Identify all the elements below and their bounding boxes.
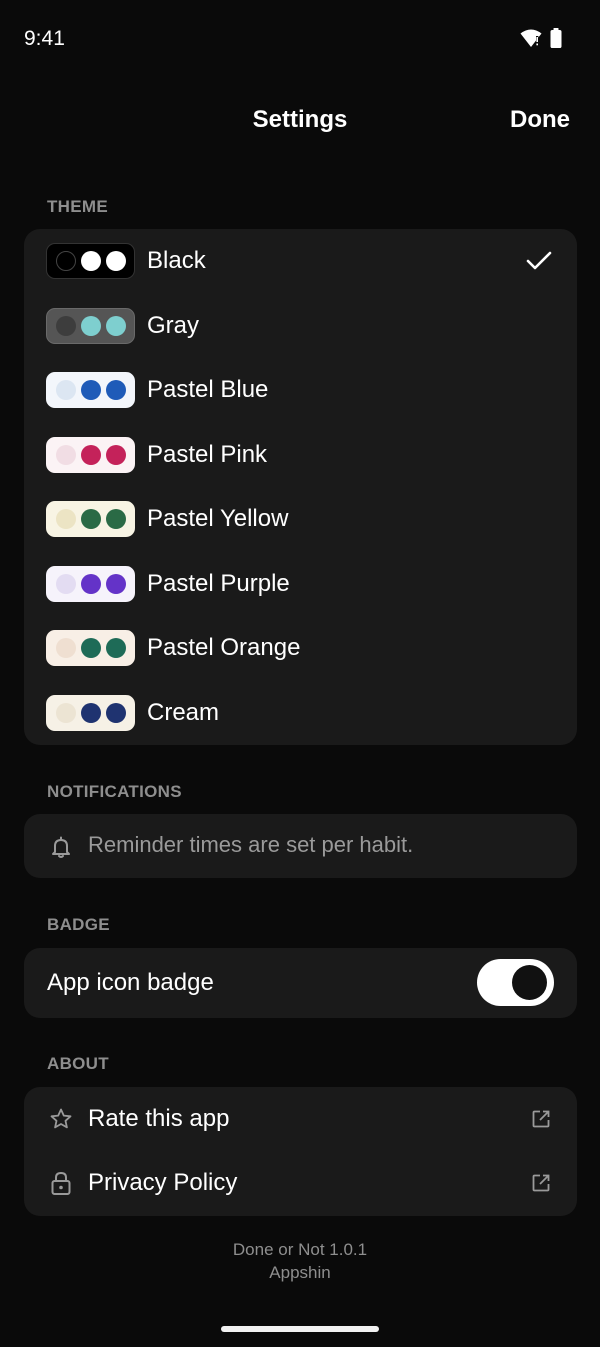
theme-option[interactable]: Black xyxy=(24,229,577,293)
theme-card: Black Gray Pastel Blue Pastel Pink Pastel Ye… xyxy=(24,229,577,745)
privacy-policy-row[interactable]: Privacy Policy xyxy=(24,1151,577,1216)
swatch-dot xyxy=(81,574,101,594)
swatch-dot xyxy=(81,380,101,400)
swatch-dot xyxy=(56,638,76,658)
theme-label: Pastel Orange xyxy=(147,634,301,661)
swatch-dot xyxy=(106,316,126,336)
swatch-dot xyxy=(81,445,101,465)
theme-label: Pastel Pink xyxy=(147,441,268,468)
section-header-theme: THEME xyxy=(47,197,108,216)
notifications-card: Reminder times are set per habit. xyxy=(24,814,577,878)
swatch-dot xyxy=(81,251,101,271)
about-card: Rate this app Privacy Policy xyxy=(24,1087,577,1216)
swatch-dot xyxy=(81,703,101,723)
rate-app-row[interactable]: Rate this app xyxy=(24,1087,577,1151)
lock-icon xyxy=(51,1171,71,1195)
notifications-text: Reminder times are set per habit. xyxy=(88,832,414,857)
privacy-policy-label: Privacy Policy xyxy=(88,1169,238,1196)
status-icons xyxy=(520,28,562,48)
developer-name: Appshin xyxy=(269,1263,331,1282)
theme-label: Pastel Yellow xyxy=(147,505,289,532)
external-link-icon xyxy=(532,1174,550,1192)
swatch-dot xyxy=(81,638,101,658)
theme-swatch xyxy=(46,695,135,731)
swatch-dot xyxy=(106,251,126,271)
swatch-dot xyxy=(56,445,76,465)
badge-toggle[interactable] xyxy=(477,959,554,1006)
swatch-dot xyxy=(106,509,126,529)
swatch-dot xyxy=(56,703,76,723)
theme-option[interactable]: Pastel Pink xyxy=(24,423,577,487)
swatch-dot xyxy=(106,380,126,400)
nav-bar: Settings Done xyxy=(0,96,600,146)
battery-icon xyxy=(550,28,562,48)
swatch-dot xyxy=(81,509,101,529)
swatch-dot xyxy=(56,574,76,594)
status-bar: 9:41 xyxy=(0,0,600,78)
rate-app-label: Rate this app xyxy=(88,1105,230,1132)
theme-swatch xyxy=(46,372,135,408)
app-version: Done or Not 1.0.1 xyxy=(232,1240,368,1259)
checkmark-icon xyxy=(526,251,552,270)
bell-icon xyxy=(52,836,70,858)
theme-swatch xyxy=(46,501,135,537)
swatch-dot xyxy=(106,445,126,465)
theme-swatch xyxy=(46,243,135,279)
swatch-dot xyxy=(56,251,76,271)
theme-option[interactable]: Pastel Yellow xyxy=(24,487,577,551)
theme-label: Pastel Blue xyxy=(147,376,269,403)
swatch-dot xyxy=(106,638,126,658)
theme-label: Cream xyxy=(147,699,220,726)
badge-card: App icon badge xyxy=(24,948,577,1018)
status-time: 9:41 xyxy=(24,27,65,50)
theme-option[interactable]: Pastel Purple xyxy=(24,552,577,616)
section-header-badge: BADGE xyxy=(47,915,110,934)
badge-label: App icon badge xyxy=(47,969,214,996)
theme-label: Gray xyxy=(147,312,200,339)
star-icon xyxy=(50,1108,72,1129)
theme-swatch xyxy=(46,437,135,473)
theme-label: Black xyxy=(147,247,206,274)
theme-option[interactable]: Pastel Orange xyxy=(24,616,577,680)
theme-option[interactable]: Gray xyxy=(24,294,577,358)
toggle-knob xyxy=(512,965,547,1000)
external-link-icon xyxy=(532,1110,550,1128)
swatch-dot xyxy=(106,574,126,594)
swatch-dot xyxy=(56,509,76,529)
section-header-notifications: NOTIFICATIONS xyxy=(47,782,182,801)
done-button[interactable]: Done xyxy=(510,106,570,134)
swatch-dot xyxy=(81,316,101,336)
theme-swatch xyxy=(46,566,135,602)
section-header-about: ABOUT xyxy=(47,1054,109,1073)
swatch-dot xyxy=(106,703,126,723)
swatch-dot xyxy=(56,380,76,400)
theme-swatch xyxy=(46,308,135,344)
home-indicator[interactable] xyxy=(221,1326,379,1332)
theme-swatch xyxy=(46,630,135,666)
wifi-icon xyxy=(520,29,542,47)
theme-option[interactable]: Cream xyxy=(24,681,577,745)
theme-label: Pastel Purple xyxy=(147,570,290,597)
swatch-dot xyxy=(56,316,76,336)
theme-option[interactable]: Pastel Blue xyxy=(24,358,577,422)
